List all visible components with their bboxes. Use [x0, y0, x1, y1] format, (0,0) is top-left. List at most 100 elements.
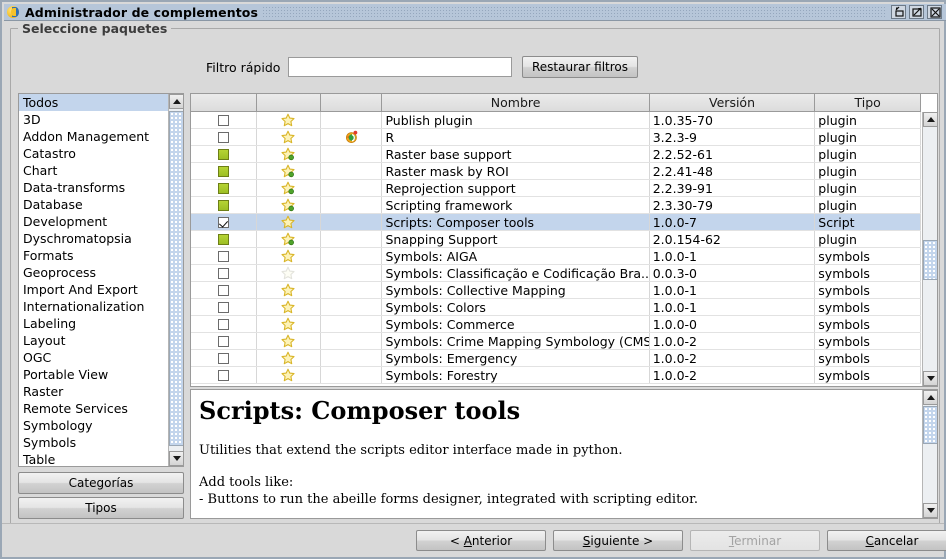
star-icon[interactable] — [257, 299, 321, 315]
row-checkbox[interactable] — [217, 233, 229, 245]
scroll-thumb[interactable] — [169, 111, 183, 446]
table-row[interactable]: R 3.2.3-9 plugin — [191, 129, 921, 146]
table-row[interactable]: Raster mask by ROI 2.2.41-48 plugin — [191, 163, 921, 180]
row-checkbox[interactable] — [217, 335, 229, 347]
star-icon[interactable] — [257, 282, 321, 298]
category-item[interactable]: Chart — [19, 162, 168, 179]
reset-filters-button[interactable]: Restaurar filtros — [522, 56, 638, 78]
checkbox-cell[interactable] — [191, 146, 257, 162]
minimize-icon[interactable] — [891, 5, 906, 19]
column-header[interactable]: Versión — [649, 94, 816, 111]
table-row[interactable]: Raster base support 2.2.52-61 plugin — [191, 146, 921, 163]
checkbox-cell[interactable] — [191, 214, 257, 230]
checkbox-cell[interactable] — [191, 180, 257, 196]
category-item[interactable]: Development — [19, 213, 168, 230]
category-item[interactable]: Symbols — [19, 434, 168, 451]
table-row[interactable]: Reprojection support 2.2.39-91 plugin — [191, 180, 921, 197]
table-scrollbar[interactable] — [922, 112, 937, 386]
table-row[interactable]: Symbols: Collective Mapping 1.0.0-1 symbol… — [191, 282, 921, 299]
previous-button[interactable]: < Anterior — [416, 530, 546, 551]
column-header[interactable] — [256, 94, 321, 111]
row-checkbox[interactable] — [217, 114, 229, 126]
row-checkbox[interactable] — [217, 318, 229, 330]
category-item[interactable]: Database — [19, 196, 168, 213]
column-header[interactable]: Tipo — [815, 94, 921, 111]
category-item[interactable]: Dyschromatopsia — [19, 230, 168, 247]
category-item[interactable]: Todos — [19, 94, 168, 111]
checkbox-cell[interactable] — [191, 367, 257, 383]
row-checkbox[interactable] — [217, 250, 229, 262]
star-icon[interactable] — [257, 214, 321, 230]
category-item[interactable]: Raster — [19, 383, 168, 400]
row-checkbox[interactable] — [217, 199, 229, 211]
category-item[interactable]: 3D — [19, 111, 168, 128]
table-row[interactable]: Symbols: Emergency 1.0.0-2 symbols — [191, 350, 921, 367]
table-row[interactable]: Symbols: Commerce 1.0.0-0 symbols — [191, 316, 921, 333]
star-icon[interactable] — [257, 129, 321, 145]
checkbox-cell[interactable] — [191, 248, 257, 264]
table-row[interactable]: Scripting framework 2.3.30-79 plugin — [191, 197, 921, 214]
description-scrollbar[interactable] — [922, 390, 937, 518]
category-item[interactable]: Catastro — [19, 145, 168, 162]
row-checkbox[interactable] — [217, 352, 229, 364]
maximize-icon[interactable] — [909, 5, 924, 19]
checkbox-cell[interactable] — [191, 129, 257, 145]
table-body[interactable]: Publish plugin 1.0.35-70 plugin R 3.2.3-9 plu… — [191, 112, 921, 386]
star-icon[interactable] — [257, 350, 321, 366]
table-scroll-up-icon[interactable] — [923, 112, 937, 127]
category-item[interactable]: OGC — [19, 349, 168, 366]
row-checkbox[interactable] — [217, 267, 229, 279]
table-row[interactable]: Symbols: Crime Mapping Symbology (CMS) 1.… — [191, 333, 921, 350]
row-checkbox[interactable] — [217, 284, 229, 296]
checkbox-cell[interactable] — [191, 231, 257, 247]
quick-filter-input[interactable] — [288, 57, 512, 77]
star-icon[interactable] — [257, 163, 321, 179]
table-scroll-down-icon[interactable] — [923, 371, 937, 386]
star-icon[interactable] — [257, 333, 321, 349]
table-scroll-thumb[interactable] — [923, 240, 937, 280]
column-header[interactable] — [320, 94, 383, 111]
table-row[interactable]: Symbols: Colors 1.0.0-1 symbols — [191, 299, 921, 316]
category-item[interactable]: Import And Export — [19, 281, 168, 298]
desc-scroll-thumb[interactable] — [923, 406, 937, 444]
categories-button[interactable]: Categorías — [18, 472, 184, 494]
table-row[interactable]: Symbols: AIGA 1.0.0-1 symbols — [191, 248, 921, 265]
checkbox-cell[interactable] — [191, 316, 257, 332]
scroll-up-icon[interactable] — [169, 94, 183, 109]
checkbox-cell[interactable] — [191, 197, 257, 213]
category-list-scrollbar[interactable] — [168, 94, 183, 466]
star-icon[interactable] — [257, 180, 321, 196]
table-row[interactable]: Scripts: Composer tools 1.0.0-7 Script — [191, 214, 921, 231]
next-button[interactable]: Siguiente > — [553, 530, 683, 551]
category-item[interactable]: Portable View — [19, 366, 168, 383]
table-row[interactable]: Symbols: Forestry 1.0.0-2 symbols — [191, 367, 921, 384]
star-icon[interactable] — [257, 316, 321, 332]
table-row[interactable]: Snapping Support 2.0.154-62 plugin — [191, 231, 921, 248]
checkbox-cell[interactable] — [191, 299, 257, 315]
row-checkbox[interactable] — [217, 131, 229, 143]
star-icon[interactable] — [257, 248, 321, 264]
category-item[interactable]: Formats — [19, 247, 168, 264]
category-item[interactable]: Remote Services — [19, 400, 168, 417]
table-row[interactable]: Symbols: Classificação e Codificação Bra… — [191, 265, 921, 282]
column-header[interactable] — [191, 94, 257, 111]
star-icon[interactable] — [257, 231, 321, 247]
desc-scroll-down-icon[interactable] — [923, 503, 937, 518]
package-table[interactable]: Nombre Versión Tipo Publish plugin 1.0.35-7… — [190, 93, 938, 387]
row-checkbox[interactable] — [217, 182, 229, 194]
scroll-down-icon[interactable] — [169, 451, 183, 466]
checkbox-cell[interactable] — [191, 265, 257, 281]
category-item[interactable]: Internationalization — [19, 298, 168, 315]
row-checkbox[interactable] — [217, 216, 229, 228]
close-icon[interactable] — [927, 5, 942, 19]
category-item[interactable]: Addon Management — [19, 128, 168, 145]
star-icon[interactable] — [257, 367, 321, 383]
category-item[interactable]: Table — [19, 451, 168, 466]
table-row[interactable]: Publish plugin 1.0.35-70 plugin — [191, 112, 921, 129]
checkbox-cell[interactable] — [191, 350, 257, 366]
category-item[interactable]: Symbology — [19, 417, 168, 434]
desc-scroll-up-icon[interactable] — [923, 390, 937, 405]
star-icon[interactable] — [257, 146, 321, 162]
star-icon[interactable] — [257, 197, 321, 213]
category-list[interactable]: Todos 3D Addon Management Catastro Chart Data… — [18, 93, 184, 467]
